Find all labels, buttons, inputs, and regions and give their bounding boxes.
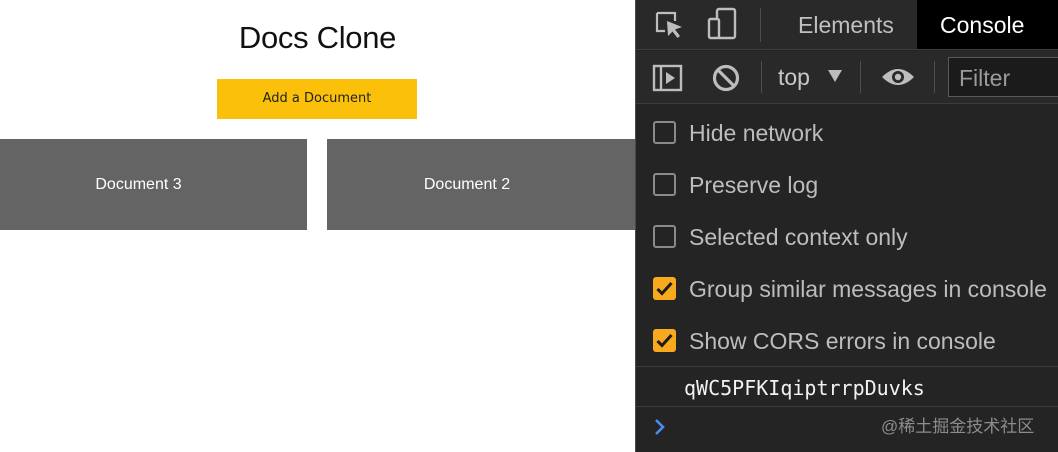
- log-divider: [636, 406, 1058, 407]
- setting-label: Preserve log: [689, 172, 819, 198]
- devtools-panel: Elements Console top Filter Hide network…: [635, 0, 1058, 452]
- setting-label: Selected context only: [689, 224, 908, 250]
- eye-icon[interactable]: [881, 65, 915, 89]
- clear-console-icon[interactable]: [711, 63, 741, 93]
- setting-label: Show CORS errors in console: [689, 328, 996, 354]
- devtools-tab-bar: Elements Console: [636, 0, 1058, 50]
- console-toolbar: top Filter: [636, 51, 1058, 104]
- page-title: Docs Clone: [238, 20, 397, 55]
- checkbox-checked[interactable]: [653, 329, 676, 352]
- tab-console[interactable]: Console: [917, 0, 1058, 49]
- console-log-message: qWC5PFKIqiptrrpDuvks: [684, 376, 925, 400]
- setting-group-similar[interactable]: Group similar messages in console: [636, 263, 1058, 315]
- dropdown-caret-icon: [828, 70, 842, 82]
- setting-label: Hide network: [689, 120, 824, 146]
- document-card[interactable]: Document 2: [327, 139, 635, 230]
- document-card-label: Document 2: [423, 175, 511, 193]
- tab-separator: [760, 8, 761, 42]
- add-document-button[interactable]: Add a Document: [217, 79, 417, 119]
- settings-divider: [636, 366, 1058, 367]
- setting-label: Group similar messages in console: [689, 276, 1047, 302]
- document-card-label: Document 3: [95, 175, 182, 193]
- setting-hide-network[interactable]: Hide network: [636, 107, 1058, 159]
- checkbox-unchecked[interactable]: [653, 173, 676, 196]
- setting-show-cors-errors[interactable]: Show CORS errors in console: [636, 315, 1058, 367]
- tab-elements[interactable]: Elements: [775, 0, 917, 49]
- toolbar-separator: [860, 61, 861, 93]
- checkbox-unchecked[interactable]: [653, 121, 676, 144]
- document-card[interactable]: Document 3: [0, 139, 307, 230]
- prompt-chevron-icon: [655, 419, 665, 435]
- context-selector[interactable]: top: [778, 64, 810, 91]
- toolbar-separator: [934, 61, 935, 93]
- app-page: Docs Clone Add a Document Document 3 Doc…: [0, 0, 635, 452]
- watermark: @稀土掘金技术社区: [881, 417, 1035, 436]
- checkmark-icon: [656, 333, 673, 348]
- filter-input[interactable]: Filter: [948, 57, 1058, 97]
- sidebar-toggle-icon[interactable]: [652, 64, 683, 92]
- setting-selected-context-only[interactable]: Selected context only: [636, 211, 1058, 263]
- checkbox-checked[interactable]: [653, 277, 676, 300]
- toolbar-separator: [761, 61, 762, 93]
- checkmark-icon: [656, 281, 673, 296]
- setting-preserve-log[interactable]: Preserve log: [636, 159, 1058, 211]
- inspect-element-icon[interactable]: [654, 10, 686, 40]
- device-toggle-icon[interactable]: [706, 7, 740, 41]
- checkbox-unchecked[interactable]: [653, 225, 676, 248]
